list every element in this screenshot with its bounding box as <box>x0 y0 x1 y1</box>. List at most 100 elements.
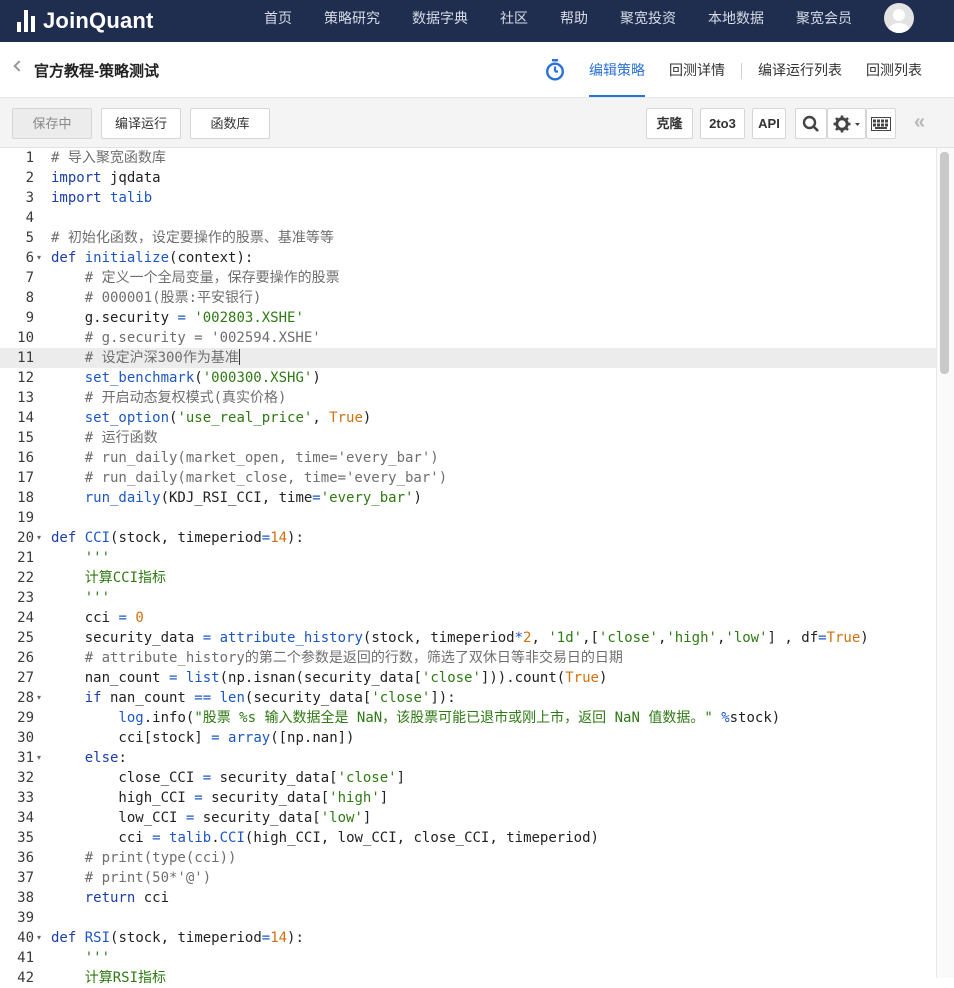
2to3-button[interactable]: 2to3 <box>700 108 745 139</box>
code-editor[interactable]: 1 # 导入聚宽函数库 2 import jqdata 3 import talib 4 5 #… <box>0 148 954 986</box>
code-line[interactable]: 33 high_CCI = security_data['high'] <box>0 788 950 808</box>
page-title: 官方教程-策略测试 <box>34 63 159 80</box>
code-text: if nan_count == len(security_data['close… <box>84 690 456 706</box>
line-number: 1 <box>25 150 34 166</box>
code-line[interactable]: 30 cci[stock] = array([np.nan]) <box>0 728 950 748</box>
code-line[interactable]: 12 set_benchmark('000300.XSHG') <box>0 368 950 388</box>
code-line[interactable]: 38 return cci <box>0 888 950 908</box>
code-text: cci = 0 <box>51 610 144 626</box>
code-text: else: <box>84 750 127 766</box>
logo[interactable]: JoinQuant <box>17 5 154 37</box>
search-icon <box>802 115 819 132</box>
code-line[interactable]: 13 # 开启动态复权模式(真实价格) <box>0 388 950 408</box>
tab-backtest-list[interactable]: 回测列表 <box>866 60 922 80</box>
collapse-double-chevron-icon[interactable]: « <box>914 112 934 133</box>
code-line[interactable]: 34 low_CCI = security_data['low'] <box>0 808 950 828</box>
fold-toggle-icon[interactable]: ▾ <box>37 748 41 768</box>
code-line[interactable]: 40 ▾ def RSI(stock, timeperiod=14): <box>0 928 950 948</box>
code-line[interactable]: 29 log.info("股票 %s 输入数据全是 NaN，该股票可能已退市或刚… <box>0 708 950 728</box>
line-number: 25 <box>17 630 34 646</box>
nav-item-home[interactable]: 首页 <box>264 0 292 42</box>
line-number: 2 <box>25 170 34 186</box>
nav-item-membership[interactable]: 聚宽会员 <box>796 0 852 42</box>
code-line[interactable]: 21 ''' <box>0 548 950 568</box>
line-number: 26 <box>17 650 34 666</box>
code-line[interactable]: 5 # 初始化函数，设定要操作的股票、基准等等 <box>0 228 950 248</box>
fold-toggle-icon[interactable]: ▾ <box>37 248 41 268</box>
line-number: 19 <box>17 510 34 526</box>
fold-toggle-icon[interactable]: ▾ <box>37 688 41 708</box>
code-line[interactable]: 19 <box>0 508 950 528</box>
settings-button[interactable] <box>827 108 866 139</box>
code-line[interactable]: 26 # attribute_history的第二个参数是返回的行数，筛选了双休… <box>0 648 950 668</box>
code-text: security_data = attribute_history(stock,… <box>51 630 869 646</box>
function-library-button[interactable]: 函数库 <box>190 108 270 139</box>
code-text: # 导入聚宽函数库 <box>51 150 166 166</box>
code-line[interactable]: 9 g.security = '002803.XSHE' <box>0 308 950 328</box>
code-line[interactable]: 4 <box>0 208 950 228</box>
nav-item-help[interactable]: 帮助 <box>560 0 588 42</box>
back-chevron-icon[interactable] <box>13 60 25 72</box>
text-cursor <box>238 349 240 365</box>
code-line[interactable]: 24 cci = 0 <box>0 608 950 628</box>
code-text: # run_daily(market_open, time='every_bar… <box>51 450 439 466</box>
nav-item-research[interactable]: 策略研究 <box>324 0 380 42</box>
code-line[interactable]: 18 run_daily(KDJ_RSI_CCI, time='every_ba… <box>0 488 950 508</box>
stopwatch-icon[interactable] <box>545 59 565 81</box>
code-line[interactable]: 6 ▾ def initialize(context): <box>0 248 950 268</box>
line-number: 10 <box>17 330 34 346</box>
code-text: low_CCI = security_data['low'] <box>51 810 372 826</box>
editor-scrollbar-thumb[interactable] <box>940 152 949 374</box>
fold-toggle-icon[interactable]: ▾ <box>37 528 41 548</box>
top-nav: JoinQuant 首页 策略研究 数据字典 社区 帮助 聚宽投资 本地数据 聚… <box>0 0 954 42</box>
fold-toggle-icon[interactable]: ▾ <box>37 928 41 948</box>
nav-item-community[interactable]: 社区 <box>500 0 528 42</box>
clone-button[interactable]: 克隆 <box>646 108 693 139</box>
avatar[interactable] <box>884 3 914 33</box>
line-number: 32 <box>17 770 34 786</box>
code-text: return cci <box>84 890 170 906</box>
code-line[interactable]: 1 # 导入聚宽函数库 <box>0 148 950 168</box>
code-line[interactable]: 16 # run_daily(market_open, time='every_… <box>0 448 950 468</box>
code-line[interactable]: 7 # 定义一个全局变量，保存要操作的股票 <box>0 268 950 288</box>
keyboard-button[interactable] <box>866 108 896 139</box>
code-line[interactable]: 22 计算CCI指标 <box>0 568 950 588</box>
code-line[interactable]: 3 import talib <box>0 188 950 208</box>
keyboard-icon <box>871 117 891 131</box>
code-line[interactable]: 27 nan_count = list(np.isnan(security_da… <box>0 668 950 688</box>
code-line[interactable]: 28 ▾ if nan_count == len(security_data['c… <box>0 688 950 708</box>
code-line[interactable]: 41 ''' <box>0 948 950 968</box>
code-line[interactable]: 35 cci = talib.CCI(high_CCI, low_CCI, cl… <box>0 828 950 848</box>
line-number: 20 <box>17 530 34 546</box>
code-line[interactable]: 23 ''' <box>0 588 950 608</box>
nav-item-local-data[interactable]: 本地数据 <box>708 0 764 42</box>
code-text: 计算RSI指标 <box>51 970 167 986</box>
save-button[interactable]: 保存中 <box>12 108 92 139</box>
code-line[interactable]: 36 # print(type(cci)) <box>0 848 950 868</box>
code-line[interactable]: 20 ▾ def CCI(stock, timeperiod=14): <box>0 528 950 548</box>
code-line[interactable]: 17 # run_daily(market_close, time='every… <box>0 468 950 488</box>
code-line[interactable]: 14 set_option('use_real_price', True) <box>0 408 950 428</box>
code-line[interactable]: 2 import jqdata <box>0 168 950 188</box>
compile-run-button[interactable]: 编译运行 <box>101 108 181 139</box>
nav-item-data-dictionary[interactable]: 数据字典 <box>412 0 468 42</box>
tab-compile-run-list[interactable]: 编译运行列表 <box>758 60 842 80</box>
code-line[interactable]: 37 # print(50*'@') <box>0 868 950 888</box>
code-line[interactable]: 32 close_CCI = security_data['close'] <box>0 768 950 788</box>
code-line[interactable]: 42 计算RSI指标 <box>0 968 950 988</box>
code-line[interactable]: 10 # g.security = '002594.XSHE' <box>0 328 950 348</box>
code-line[interactable]: 31 ▾ else: <box>0 748 950 768</box>
code-line[interactable]: 8 # 000001(股票:平安银行) <box>0 288 950 308</box>
tab-backtest-details[interactable]: 回测详情 <box>669 60 725 80</box>
search-button[interactable] <box>795 108 827 139</box>
code-line[interactable]: 39 <box>0 908 950 928</box>
tab-edit-strategy[interactable]: 编辑策略 <box>589 60 645 80</box>
line-number: 42 <box>17 970 34 986</box>
line-number: 38 <box>17 890 34 906</box>
nav-item-invest[interactable]: 聚宽投资 <box>620 0 676 42</box>
code-line[interactable]: 11 # 设定沪深300作为基准 <box>0 348 950 368</box>
code-line[interactable]: 15 # 运行函数 <box>0 428 950 448</box>
code-text: import jqdata <box>51 170 161 186</box>
api-button[interactable]: API <box>752 108 786 139</box>
code-line[interactable]: 25 security_data = attribute_history(sto… <box>0 628 950 648</box>
